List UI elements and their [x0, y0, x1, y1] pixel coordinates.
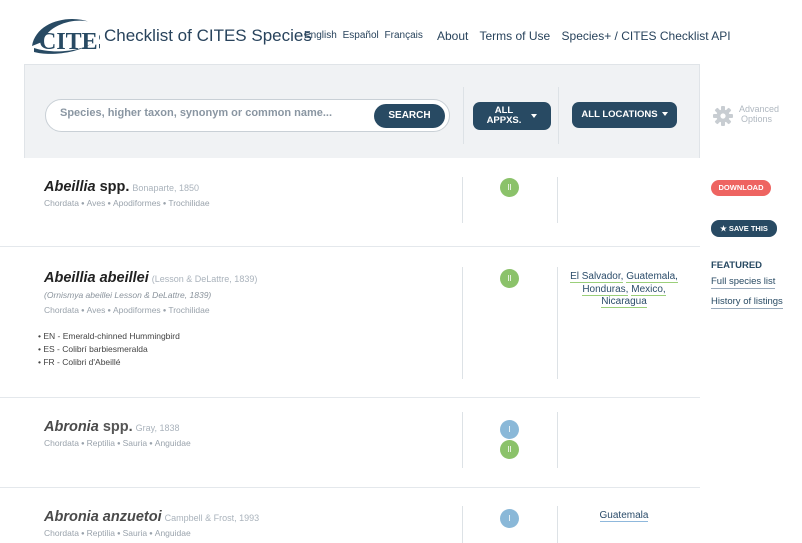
location-link[interactable]: El Salvador, — [570, 271, 624, 283]
synonym: (Ornismya abeillei Lesson & DeLattre, 18… — [44, 290, 212, 300]
result-row: Abeillia abeillei (Lesson & DeLattre, 183… — [0, 247, 700, 398]
distribution-locations: Guatemala — [559, 510, 689, 523]
search-button[interactable]: SEARCH — [374, 104, 445, 128]
nav-terms[interactable]: Terms of Use — [479, 29, 550, 43]
appendix-filter-label: ALL APPXS. — [486, 105, 522, 126]
featured-heading: FEATURED — [711, 260, 763, 271]
lang-francais[interactable]: Français — [385, 30, 423, 41]
location-link[interactable]: Guatemala — [599, 510, 649, 522]
nav-about[interactable]: About — [437, 29, 468, 43]
taxonomy-path: Chordata ● Aves ● Apodiformes ● Trochilidae — [44, 305, 210, 315]
taxonomy-path: Chordata ● Reptilia ● Sauria ● Anguidae — [44, 528, 191, 538]
search-panel: SEARCH ALL APPXS. ALL LOCATIONS — [24, 64, 700, 158]
result-row: Abeillia spp. Bonaparte, 1850 Chordata ● Av… — [0, 157, 700, 247]
appendix-badge[interactable]: I — [500, 509, 519, 528]
location-link[interactable]: Guatemala, — [626, 271, 678, 283]
side-panel: DOWNLOAD ★ SAVE THIS — [700, 157, 802, 543]
location-link[interactable]: Mexico, — [631, 283, 666, 296]
featured-link-full-species-list[interactable]: Full species list — [711, 276, 776, 289]
lang-espanol[interactable]: Español — [343, 30, 379, 41]
species-name[interactable]: Abronia anzuetoi Campbell & Frost, 1993 — [44, 509, 259, 525]
svg-text:CITES: CITES — [39, 29, 100, 55]
download-button[interactable]: DOWNLOAD — [711, 180, 771, 196]
divider — [463, 87, 464, 144]
taxonomy-path: Chordata ● Reptilia ● Sauria ● Anguidae — [44, 438, 191, 448]
site-title[interactable]: Checklist of CITES Species — [104, 26, 312, 46]
result-row: Abronia anzuetoi Campbell & Frost, 1993 C… — [0, 488, 700, 543]
species-name[interactable]: Abeillia spp. Bonaparte, 1850 — [44, 179, 199, 195]
appendix-badge[interactable]: II — [500, 440, 519, 459]
top-nav: About Terms of Use Species+ / CITES Chec… — [437, 29, 739, 43]
save-search-button[interactable]: ★ SAVE THIS — [711, 220, 777, 237]
location-filter-label: ALL LOCATIONS — [581, 109, 658, 120]
species-name[interactable]: Abeillia abeillei (Lesson & DeLattre, 183… — [44, 270, 257, 286]
advanced-options-label: Advanced Options — [739, 104, 780, 124]
chevron-down-icon — [661, 112, 668, 117]
divider — [558, 87, 559, 144]
location-link[interactable]: Nicaragua — [601, 296, 647, 308]
appendix-badge[interactable]: II — [500, 178, 519, 197]
location-filter-dropdown[interactable]: ALL LOCATIONS — [572, 102, 677, 128]
lang-english[interactable]: English — [304, 30, 337, 41]
search-input[interactable] — [60, 107, 360, 119]
featured-link-history-of-listings[interactable]: History of listings — [711, 296, 783, 309]
appendix-badge[interactable]: I — [500, 420, 519, 439]
distribution-locations: El Salvador, Guatemala, Honduras, Mexico… — [559, 271, 689, 309]
common-names: • EN - Emerald-chinned Hummingbird • ES … — [38, 331, 180, 367]
chevron-down-icon — [531, 114, 538, 118]
search-box: SEARCH — [45, 99, 450, 132]
nav-api[interactable]: Species+ / CITES Checklist API — [562, 29, 731, 43]
appendix-badge[interactable]: II — [500, 269, 519, 288]
language-switcher: English Español Français — [304, 30, 426, 41]
gear-icon — [713, 106, 733, 126]
taxonomy-path: Chordata ● Aves ● Apodiformes ● Trochilidae — [44, 198, 210, 208]
cites-logo[interactable]: CITES — [28, 12, 111, 60]
species-name[interactable]: Abronia spp. Gray, 1838 — [44, 419, 179, 435]
results-list: Abeillia spp. Bonaparte, 1850 Chordata ● Av… — [0, 157, 700, 543]
result-row: Abronia spp. Gray, 1838 Chordata ● Reptilia… — [0, 398, 700, 488]
location-link[interactable]: Honduras, — [582, 283, 629, 296]
site-header: CITES Checklist of CITES Species English… — [0, 0, 802, 70]
advanced-options-button[interactable]: Advanced Options — [713, 102, 793, 132]
appendix-filter-dropdown[interactable]: ALL APPXS. — [473, 102, 551, 130]
